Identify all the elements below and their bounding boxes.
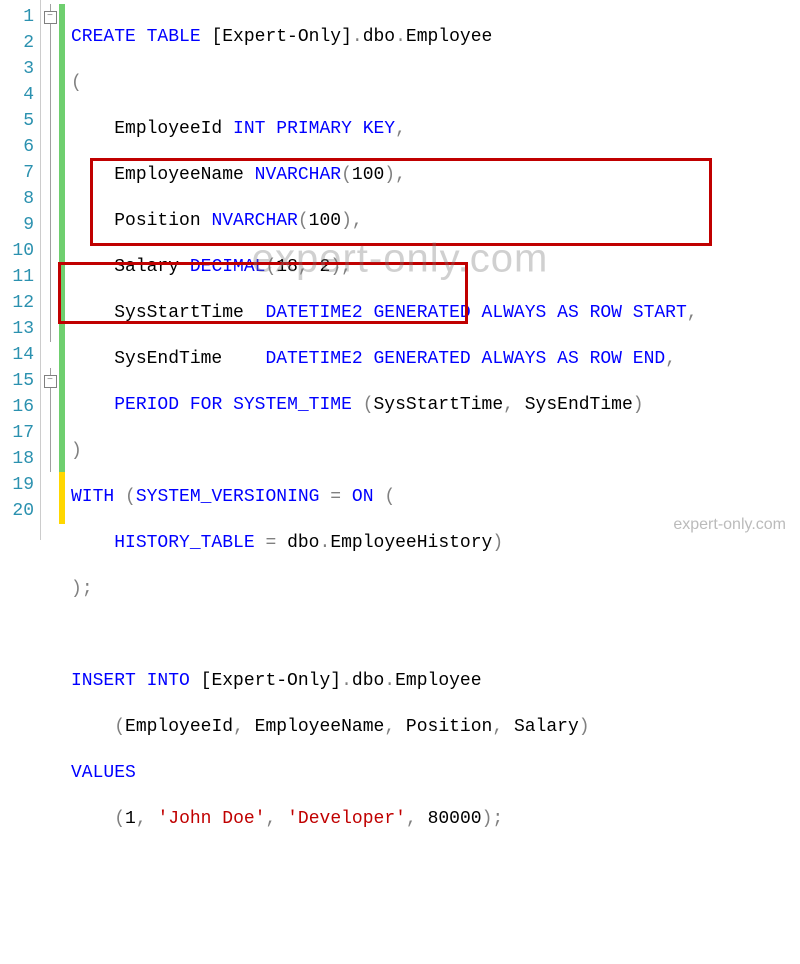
code-line [71, 622, 800, 648]
line-number: 14 [6, 342, 34, 368]
code-line: ( [71, 70, 800, 96]
code-line: Position NVARCHAR(100), [71, 208, 800, 234]
line-number: 5 [6, 108, 34, 134]
code-line: SysEndTime DATETIME2 GENERATED ALWAYS AS… [71, 346, 800, 372]
code-line: PERIOD FOR SYSTEM_TIME (SysStartTime, Sy… [71, 392, 800, 418]
code-line: EmployeeId INT PRIMARY KEY, [71, 116, 800, 142]
line-number: 11 [6, 264, 34, 290]
code-line: SysStartTime DATETIME2 GENERATED ALWAYS … [71, 300, 800, 326]
code-line: VALUES [71, 760, 800, 786]
line-number: 8 [6, 186, 34, 212]
fold-toggle-icon[interactable]: − [44, 11, 57, 24]
line-number: 13 [6, 316, 34, 342]
line-number-gutter: 1 2 3 4 5 6 7 8 9 10 11 12 13 14 15 16 1… [0, 0, 41, 540]
line-number: 19 [6, 472, 34, 498]
line-number: 20 [6, 498, 34, 524]
code-line: WITH (SYSTEM_VERSIONING = ON ( [71, 484, 800, 510]
code-line [71, 852, 800, 878]
line-number: 1 [6, 4, 34, 30]
line-number: 18 [6, 446, 34, 472]
fold-toggle-icon[interactable]: − [44, 375, 57, 388]
code-editor: 1 2 3 4 5 6 7 8 9 10 11 12 13 14 15 16 1… [0, 0, 800, 540]
line-number: 17 [6, 420, 34, 446]
code-line [71, 898, 800, 924]
line-number: 6 [6, 134, 34, 160]
line-number: 12 [6, 290, 34, 316]
line-number: 9 [6, 212, 34, 238]
code-line: (1, 'John Doe', 'Developer', 80000); [71, 806, 800, 832]
code-line: ) [71, 438, 800, 464]
code-line: EmployeeName NVARCHAR(100), [71, 162, 800, 188]
fold-gutter: − − [41, 0, 59, 540]
line-number: 10 [6, 238, 34, 264]
line-number: 3 [6, 56, 34, 82]
code-line: INSERT INTO [Expert-Only].dbo.Employee [71, 668, 800, 694]
line-number: 16 [6, 394, 34, 420]
line-number: 7 [6, 160, 34, 186]
code-line: Salary DECIMAL(18, 2), [71, 254, 800, 280]
corner-watermark: expert-only.com [673, 516, 786, 534]
code-line: (EmployeeId, EmployeeName, Position, Sal… [71, 714, 800, 740]
line-number: 4 [6, 82, 34, 108]
code-line: CREATE TABLE [Expert-Only].dbo.Employee [71, 24, 800, 50]
code-area[interactable]: CREATE TABLE [Expert-Only].dbo.Employee … [65, 0, 800, 540]
line-number: 15 [6, 368, 34, 394]
code-line: ); [71, 576, 800, 602]
line-number: 2 [6, 30, 34, 56]
